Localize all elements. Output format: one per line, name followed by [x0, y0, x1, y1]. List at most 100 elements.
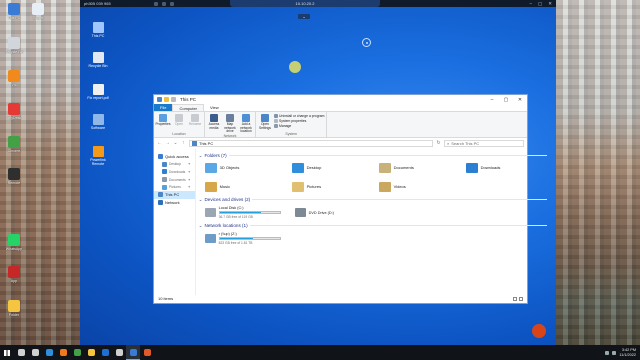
remote-gear-icon[interactable] — [532, 324, 546, 338]
section-network-locations[interactable]: ⌄ Network locations (1) — [199, 222, 553, 229]
taskbar-item-task-view[interactable] — [28, 345, 42, 360]
remote-toolbar[interactable] — [154, 1, 174, 6]
host-icon-label: Skype — [33, 16, 43, 20]
nav-pinned-item[interactable]: Downloads ✦ — [154, 168, 195, 176]
host-desktop-icon[interactable]: This PC — [2, 3, 26, 20]
chevron-down-icon[interactable]: ⌄ — [173, 140, 178, 146]
network-drive-item[interactable]: r (\\up) (Z:) 823 GB free of 1.81 TB — [204, 232, 281, 245]
taskbar-item-search[interactable] — [14, 345, 28, 360]
remote-desktop-icon[interactable]: Powerlink Remote — [86, 146, 110, 166]
folder-item[interactable]: Videos — [378, 180, 466, 193]
minimize-icon[interactable]: – — [485, 97, 499, 103]
remote-desktop-icon[interactable]: This PC — [86, 22, 110, 38]
host-desktop-icon[interactable]: WhatsApp — [2, 234, 26, 251]
search-input[interactable]: ⌕ Search This PC — [444, 139, 524, 147]
host-desktop-icon[interactable]: Skype — [26, 3, 50, 20]
chevron-down-icon[interactable]: ⌄ — [199, 153, 203, 159]
folder-item[interactable]: Music — [204, 180, 292, 193]
remote-desktop-icon[interactable]: Software — [86, 114, 110, 130]
system-command[interactable]: Uninstall or change a program — [274, 114, 324, 118]
clock[interactable]: 3:42 PM 11/1/2022 — [619, 348, 636, 357]
taskbar-item-firefox[interactable] — [56, 345, 70, 360]
taskbar-item-settings[interactable] — [112, 345, 126, 360]
tab-computer[interactable]: Computer — [172, 104, 205, 111]
host-desktop-icon[interactable]: Folder — [2, 300, 26, 317]
tab-file[interactable]: File — [154, 104, 173, 111]
nav-pinned-item[interactable]: Pictures ✦ — [154, 183, 195, 191]
ribbon-button[interactable]: Properties — [155, 113, 171, 132]
address-bar[interactable]: This PC — [189, 139, 433, 147]
folder-item[interactable]: Documents — [378, 161, 466, 174]
nav-network[interactable]: Network — [154, 199, 195, 207]
up-arrow-icon[interactable]: ↑ — [181, 140, 186, 146]
chevron-down-icon[interactable]: ⌄ — [199, 223, 203, 229]
details-view-icon[interactable] — [513, 297, 517, 301]
ribbon-button[interactable]: Rename — [188, 113, 202, 132]
folder-item[interactable]: Downloads — [465, 161, 553, 174]
nav-quick-access[interactable]: Quick access — [154, 153, 195, 161]
refresh-icon[interactable]: ↻ — [436, 140, 441, 146]
network-icon[interactable] — [605, 350, 610, 355]
file-explorer-window[interactable]: This PC – ▢ ✕ File Computer View Propert… — [153, 94, 547, 304]
maximize-icon[interactable]: ▢ — [538, 1, 542, 7]
properties-icon[interactable] — [157, 97, 162, 102]
ribbon-tabs[interactable]: File Computer View — [154, 104, 527, 111]
host-desktop-icon[interactable]: App — [2, 266, 26, 283]
remote-desktop-icon[interactable]: Recycle Bin — [86, 52, 110, 68]
view-toggles[interactable] — [513, 297, 523, 301]
remote-tool-icon[interactable] — [162, 1, 166, 6]
remote-titlebar[interactable]: ph305 039 965 10.10.20.2 – ▢ ✕ — [80, 0, 556, 7]
folder-item[interactable]: Pictures — [291, 180, 379, 193]
tab-view[interactable]: View — [204, 104, 225, 111]
remote-tool-icon[interactable] — [170, 1, 174, 6]
taskbar-item-explorer[interactable] — [84, 345, 98, 360]
host-desktop-icon[interactable]: AnyDesk — [2, 103, 26, 120]
taskbar-item-remote[interactable] — [126, 345, 140, 360]
volume-icon[interactable] — [612, 350, 617, 355]
ribbon-button[interactable]: Add a network location — [239, 113, 253, 134]
minimize-icon[interactable]: – — [529, 1, 532, 6]
ribbon-button[interactable]: Open — [172, 113, 186, 132]
new-folder-icon[interactable] — [164, 97, 169, 102]
taskbar-item-edge[interactable] — [42, 345, 56, 360]
remote-icon-label: Software — [90, 126, 106, 130]
start-button[interactable] — [0, 345, 14, 360]
host-desktop-icon[interactable]: Recycle Bin — [2, 37, 26, 54]
taskbar-item-chrome[interactable] — [70, 345, 84, 360]
explorer-window-controls[interactable]: – ▢ ✕ — [485, 97, 527, 103]
host-desktop-icon[interactable]: Vlc — [2, 70, 26, 87]
section-folders[interactable]: ⌄ Folders (7) — [199, 152, 553, 159]
remote-toolbar-toggle[interactable]: ⌄ — [298, 14, 310, 19]
taskbar-item-app[interactable] — [140, 345, 154, 360]
nav-this-pc[interactable]: This PC — [154, 190, 195, 199]
system-command[interactable]: Manage — [274, 124, 324, 128]
section-devices[interactable]: ⌄ Devices and drives (2) — [199, 196, 553, 203]
chevron-down-icon[interactable] — [171, 97, 176, 102]
explorer-titlebar[interactable]: This PC – ▢ ✕ — [154, 95, 527, 104]
remote-tool-icon[interactable] — [154, 1, 158, 6]
system-command[interactable]: System properties — [274, 119, 324, 123]
dvd-drive-item[interactable]: DVD Drive (D:) — [294, 206, 334, 219]
host-desktop-icon[interactable]: Remote — [2, 168, 26, 185]
local-disk-item[interactable]: Local Disk (C:) 36.7 GB free of 119 GB — [204, 206, 281, 219]
nav-pinned-item[interactable]: Desktop ✦ — [154, 161, 195, 169]
host-desktop-icon[interactable]: Chrome — [2, 136, 26, 153]
nav-pinned-item[interactable]: Documents ✦ — [154, 176, 195, 184]
maximize-icon[interactable]: ▢ — [499, 97, 513, 103]
chevron-down-icon[interactable]: ⌄ — [199, 197, 203, 203]
close-icon[interactable]: ✕ — [513, 97, 527, 103]
close-icon[interactable]: ✕ — [548, 1, 552, 7]
remote-desktop-icon[interactable]: Fix report.pdf — [86, 84, 110, 100]
taskbar-item-teamviewer[interactable] — [98, 345, 112, 360]
back-arrow-icon[interactable]: ← — [157, 140, 162, 146]
folder-item[interactable]: 3D Objects — [204, 161, 292, 174]
remote-window-controls[interactable]: – ▢ ✕ — [529, 0, 552, 7]
ribbon-button[interactable]: Map network drive — [223, 113, 237, 134]
ribbon-button[interactable]: Access media — [207, 113, 221, 134]
forward-arrow-icon[interactable]: → — [165, 140, 170, 146]
folder-item[interactable]: Desktop — [291, 161, 379, 174]
tiles-view-icon[interactable] — [519, 297, 523, 301]
breadcrumb[interactable]: This PC — [199, 141, 213, 146]
open-settings-button[interactable]: Open Settings — [258, 113, 272, 132]
quick-access-toolbar[interactable] — [157, 97, 176, 102]
